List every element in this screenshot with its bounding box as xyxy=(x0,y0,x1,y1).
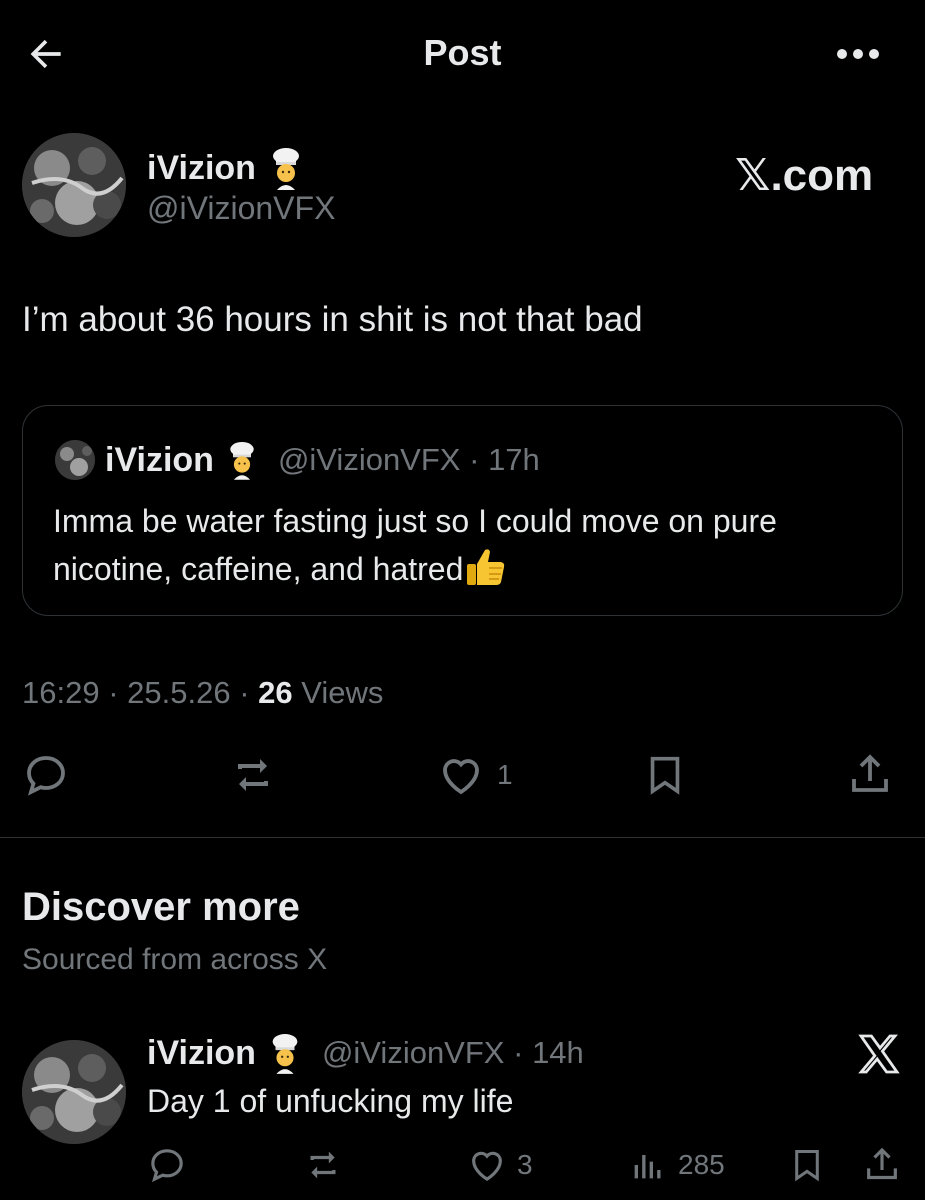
top-bar: Post xyxy=(0,0,925,105)
author-avatar[interactable] xyxy=(22,133,126,237)
feed-bookmark-button[interactable] xyxy=(788,1135,826,1195)
bookmark-icon xyxy=(650,756,680,795)
feed-reply-button[interactable] xyxy=(147,1135,187,1195)
cook-emoji-icon xyxy=(230,442,254,480)
views-count: 26 xyxy=(258,675,293,710)
discover-more-subtitle: Sourced from across X xyxy=(22,943,328,976)
like-count: 1 xyxy=(497,759,513,790)
heart-icon xyxy=(472,1151,502,1182)
feed-author-meta: @iVizionVFX · 14h xyxy=(322,1035,584,1071)
feed-author-name[interactable]: iVizion xyxy=(147,1034,256,1073)
repost-icon xyxy=(238,759,268,791)
meta-separator: · xyxy=(108,675,119,710)
feed-author-avatar[interactable] xyxy=(22,1040,126,1144)
heart-icon xyxy=(443,759,479,795)
feed-share-button[interactable] xyxy=(862,1135,902,1195)
x-com-brand-logo: 𝕏.com xyxy=(735,151,874,200)
share-button[interactable] xyxy=(846,745,894,805)
bookmark-icon xyxy=(795,1150,819,1182)
quoted-author-avatar xyxy=(55,440,95,480)
quoted-post-card[interactable]: iVizion @iVizionVFX · 17h Imma be water … xyxy=(22,405,903,616)
discover-more-title: Discover more xyxy=(22,885,300,929)
feed-like-count: 3 xyxy=(517,1149,533,1180)
post-time[interactable]: 16:29 xyxy=(22,675,100,710)
feed-action-bar: 3 285 xyxy=(0,1135,925,1195)
quoted-post-age: 17h xyxy=(488,442,540,477)
quoted-author-handle: @iVizionVFX xyxy=(277,442,461,477)
post-action-bar: 1 xyxy=(0,745,925,805)
feed-post-text: Day 1 of unfucking my life xyxy=(147,1083,514,1119)
quoted-author-name: iVizion xyxy=(105,440,214,479)
meta-separator: · xyxy=(469,442,480,477)
reply-icon xyxy=(27,756,65,796)
x-logo-icon xyxy=(858,1034,900,1074)
feed-views-button[interactable]: 285 xyxy=(628,1135,725,1195)
quoted-post-text: Imma be water fasting just so I could mo… xyxy=(53,498,883,592)
share-icon xyxy=(867,1147,897,1180)
feed-views-count: 285 xyxy=(678,1149,725,1180)
more-dots-icon xyxy=(837,49,879,59)
quoted-post-body: Imma be water fasting just so I could mo… xyxy=(53,503,777,587)
feed-item-header: iVizion @iVizionVFX · 14h xyxy=(147,1032,584,1074)
author-name[interactable]: iVizion xyxy=(147,146,306,190)
cook-emoji-icon xyxy=(272,1034,298,1074)
repost-icon xyxy=(310,1151,336,1179)
share-icon xyxy=(852,754,888,792)
views-label: Views xyxy=(301,675,384,710)
author-handle[interactable]: @iVizionVFX xyxy=(147,190,335,227)
like-button[interactable]: 1 xyxy=(437,745,513,805)
feed-like-button[interactable]: 3 xyxy=(467,1135,533,1195)
feed-repost-button[interactable] xyxy=(302,1135,344,1195)
cook-emoji-icon xyxy=(272,148,299,190)
more-options-button[interactable] xyxy=(830,30,886,78)
reply-button[interactable] xyxy=(22,745,70,805)
feed-post-age: 14h xyxy=(532,1035,584,1070)
meta-separator: · xyxy=(513,1035,524,1070)
post-date[interactable]: 25.5.26 xyxy=(127,675,230,710)
page-title: Post xyxy=(423,32,502,73)
post-timestamp-views: 16:29 · 25.5.26 · 26 Views xyxy=(22,675,383,711)
reply-icon xyxy=(151,1149,183,1183)
views-chart-icon xyxy=(634,1155,661,1179)
post-text: I’m about 36 hours in shit is not that b… xyxy=(22,300,643,339)
section-divider xyxy=(0,837,925,838)
bookmark-button[interactable] xyxy=(642,745,688,805)
quoted-post-header: iVizion @iVizionVFX · 17h xyxy=(55,440,540,480)
quoted-author-meta: @iVizionVFX · 17h xyxy=(278,442,540,478)
thumbs-up-emoji-icon xyxy=(467,549,505,585)
author-name-text: iVizion xyxy=(147,148,256,187)
meta-separator: · xyxy=(239,675,250,710)
repost-button[interactable] xyxy=(228,745,278,805)
feed-author-handle: @iVizionVFX xyxy=(321,1035,505,1070)
